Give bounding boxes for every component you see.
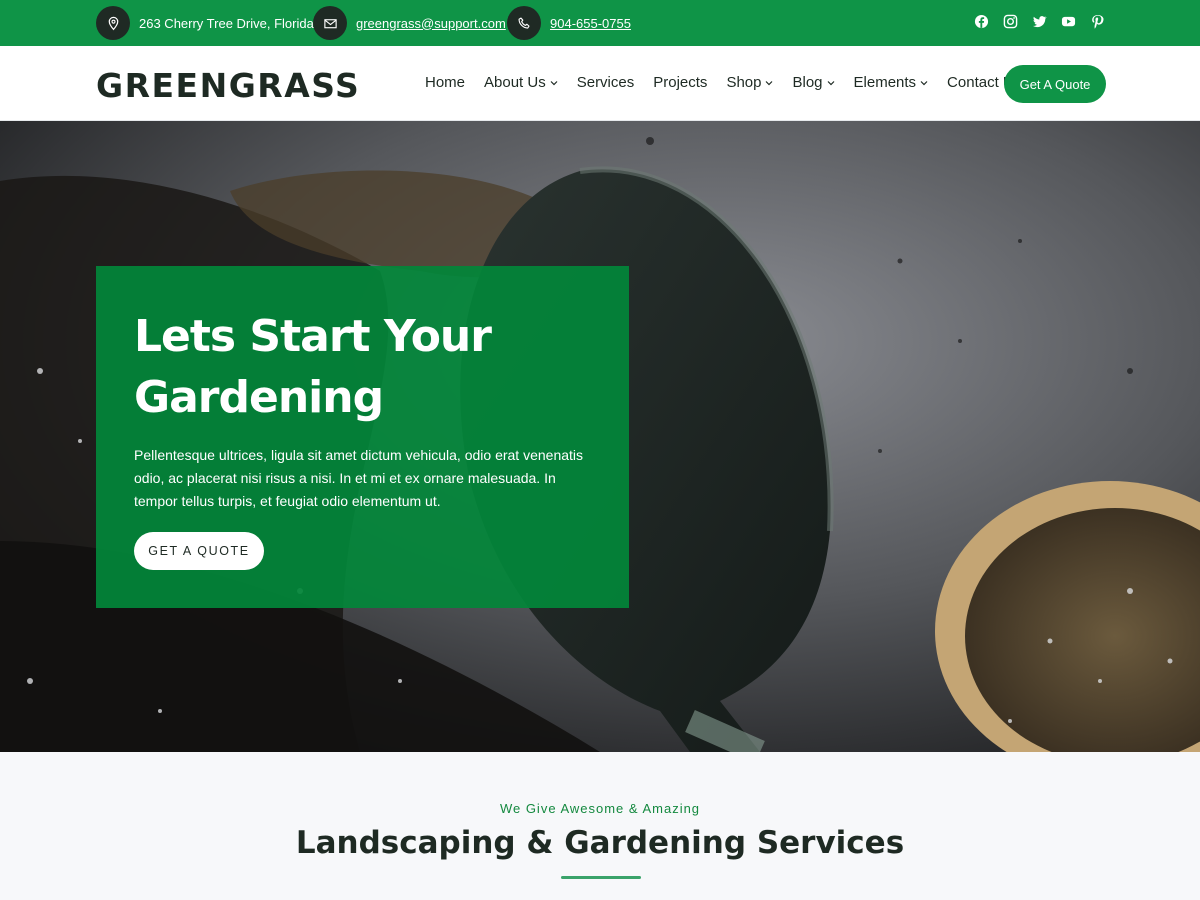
address-text: 263 Cherry Tree Drive, Florida. (139, 15, 318, 31)
phone-icon (507, 6, 541, 40)
chevron-down-icon (827, 80, 834, 85)
youtube-icon[interactable] (1061, 14, 1076, 29)
hero-title-line-1: Lets Start Your (134, 311, 492, 362)
hero-section: Lets Start Your Gardening Pellentesque u… (0, 121, 1200, 752)
hero-title: Lets Start Your Gardening (134, 306, 594, 428)
services-title: Landscaping & Gardening Services (295, 825, 905, 861)
nav-item-shop[interactable]: Shop (726, 74, 773, 91)
phone-link[interactable]: 904-655-0755 (550, 16, 631, 31)
nav-item-elements[interactable]: Elements (854, 74, 929, 91)
twitter-icon[interactable] (1032, 14, 1047, 29)
site-header: GREENGRASS Home About Us Services Projec… (0, 46, 1200, 121)
nav-label: Shop (726, 74, 762, 91)
address-item: 263 Cherry Tree Drive, Florida. (96, 6, 317, 40)
services-section: We Give Awesome & Amazing Landscaping & … (0, 752, 1200, 900)
hero-get-quote-button[interactable]: GET A QUOTE (134, 532, 264, 570)
nav-label: Blog (792, 74, 823, 91)
site-logo[interactable]: GREENGRASS (96, 66, 360, 105)
instagram-icon[interactable] (1003, 14, 1018, 29)
main-nav: Home About Us Services Projects Shop Blo… (425, 74, 1040, 91)
nav-label: Projects (653, 74, 708, 91)
hero-callout-panel: Lets Start Your Gardening Pellentesque u… (96, 266, 629, 608)
nav-label: Home (425, 74, 466, 91)
chevron-down-icon (766, 80, 773, 85)
map-pin-icon (96, 6, 130, 40)
hero-title-line-2: Gardening (134, 372, 384, 423)
services-subtitle: We Give Awesome & Amazing (499, 801, 701, 816)
nav-item-about-us[interactable]: About Us (484, 74, 558, 91)
facebook-icon[interactable] (974, 14, 989, 29)
social-links (974, 14, 1105, 29)
envelope-icon (313, 6, 347, 40)
phone-item[interactable]: 904-655-0755 (507, 6, 631, 40)
chevron-down-icon (920, 80, 928, 85)
nav-item-services[interactable]: Services (577, 74, 635, 91)
email-item[interactable]: greengrass@support.com (313, 6, 506, 40)
nav-label: About Us (484, 74, 546, 91)
nav-item-blog[interactable]: Blog (792, 74, 834, 91)
pinterest-icon[interactable] (1090, 14, 1105, 29)
email-link[interactable]: greengrass@support.com (356, 16, 506, 31)
title-underline-divider (561, 876, 641, 879)
nav-label: Services (576, 74, 635, 91)
nav-item-projects[interactable]: Projects (653, 74, 707, 91)
hero-description: Pellentesque ultrices, ligula sit amet d… (134, 447, 584, 509)
nav-label: Elements (853, 74, 917, 91)
chevron-down-icon (550, 80, 558, 85)
top-contact-bar: 263 Cherry Tree Drive, Florida. greengra… (0, 0, 1200, 46)
get-quote-button[interactable]: Get A Quote (1004, 65, 1106, 103)
nav-item-home[interactable]: Home (425, 74, 465, 91)
